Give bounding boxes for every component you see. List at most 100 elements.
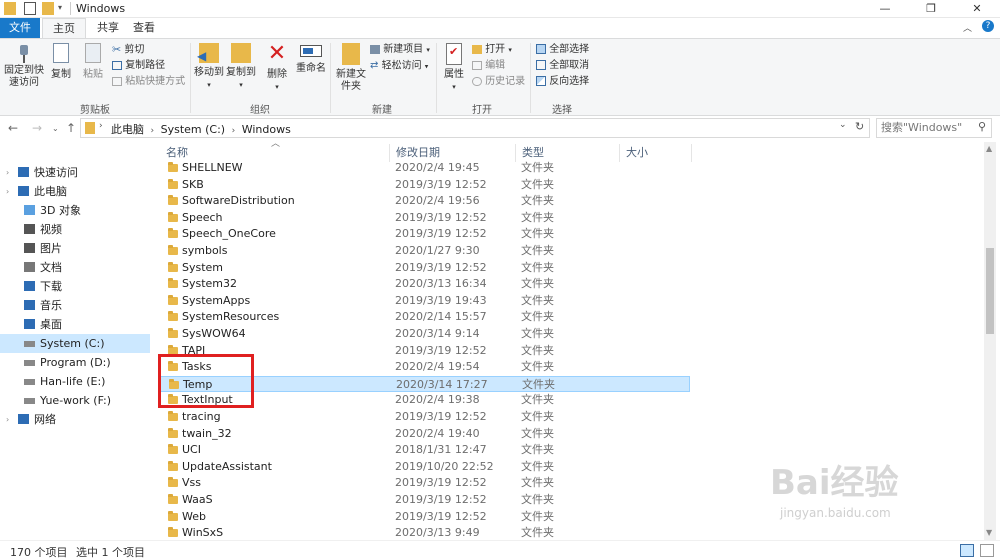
file-row[interactable]: System 2019/3/19 12:52 文件夹: [160, 260, 690, 277]
file-row[interactable]: Speech_OneCore 2019/3/19 12:52 文件夹: [160, 226, 690, 243]
nav-item[interactable]: Han-life (E:): [0, 372, 150, 391]
close-button[interactable]: ✕: [954, 0, 1000, 18]
cut-button[interactable]: ✂ 剪切: [112, 42, 144, 57]
open-button[interactable]: 打开 ▾: [472, 42, 512, 57]
nav-item-label: 3D 对象: [40, 204, 81, 217]
nav-item-label: 此电脑: [34, 185, 67, 198]
ribbon-collapse-icon[interactable]: ︿: [963, 21, 972, 34]
file-row[interactable]: UCI 2018/1/31 12:47 文件夹: [160, 442, 690, 459]
chevron-right-icon[interactable]: ›: [6, 410, 9, 429]
file-row[interactable]: System32 2020/3/13 16:34 文件夹: [160, 276, 690, 293]
file-row[interactable]: WinSxS 2020/3/13 9:49 文件夹: [160, 525, 690, 540]
tab-view[interactable]: 查看: [122, 18, 166, 38]
nav-item[interactable]: 视频: [0, 220, 150, 239]
scrollbar-thumb[interactable]: [986, 248, 994, 334]
history-button[interactable]: 历史记录: [472, 74, 525, 89]
qat-dropdown-icon[interactable]: ▾: [58, 3, 62, 12]
scroll-down-icon[interactable]: ▼: [986, 528, 992, 537]
maximize-button[interactable]: ❐: [908, 0, 954, 18]
scroll-up-icon[interactable]: ▲: [986, 144, 992, 153]
file-row[interactable]: SKB 2019/3/19 12:52 文件夹: [160, 177, 690, 194]
folder-icon: [168, 311, 178, 322]
refresh-icon[interactable]: ↻: [855, 120, 864, 133]
file-type: 文件夹: [521, 161, 554, 174]
breadcrumb-item[interactable]: Windows: [242, 123, 291, 136]
file-row[interactable]: Speech 2019/3/19 12:52 文件夹: [160, 210, 690, 227]
chevron-right-icon[interactable]: ›: [232, 126, 236, 136]
file-name: tracing: [182, 410, 221, 423]
chevron-right-icon[interactable]: ›: [151, 126, 155, 136]
properties-button[interactable]: ✔ 属性 ▾: [440, 43, 468, 93]
details-view-icon[interactable]: [960, 544, 974, 557]
address-bar[interactable]: › 此电脑 › System (C:) › Windows ⌄ ↻: [80, 118, 870, 138]
file-row[interactable]: WaaS 2019/3/19 12:52 文件夹: [160, 492, 690, 509]
back-arrow-icon[interactable]: ←: [8, 121, 18, 135]
new-folder-icon[interactable]: [42, 2, 54, 15]
tab-home[interactable]: 主页: [42, 18, 86, 38]
file-row[interactable]: tracing 2019/3/19 12:52 文件夹: [160, 409, 690, 426]
easy-access-button[interactable]: ⇄ 轻松访问 ▾: [370, 58, 428, 73]
rename-button[interactable]: 重命名: [296, 43, 326, 75]
chevron-right-icon[interactable]: ›: [99, 121, 103, 131]
file-row[interactable]: Web 2019/3/19 12:52 文件夹: [160, 509, 690, 526]
nav-item[interactable]: 桌面: [0, 315, 150, 334]
help-icon[interactable]: ?: [982, 20, 994, 32]
copy-path-button[interactable]: 复制路径: [112, 58, 165, 73]
properties-icon[interactable]: [24, 2, 36, 15]
forward-arrow-icon[interactable]: →: [32, 121, 42, 135]
tab-file[interactable]: 文件: [0, 18, 40, 38]
nav-item[interactable]: › 网络: [0, 410, 150, 429]
search-input[interactable]: 搜索"Windows": [876, 118, 992, 138]
copy-to-button[interactable]: 复制到 ▾: [226, 43, 256, 91]
up-arrow-icon[interactable]: ↑: [66, 121, 76, 135]
new-folder-button[interactable]: 新建文件夹: [334, 43, 368, 93]
file-row[interactable]: twain_32 2020/2/4 19:40 文件夹: [160, 426, 690, 443]
pin-quick-access-button[interactable]: 固定到快速访问: [4, 43, 44, 89]
rename-label: 重命名: [296, 63, 326, 74]
nav-item[interactable]: 音乐: [0, 296, 150, 315]
file-row[interactable]: SysWOW64 2020/3/14 9:14 文件夹: [160, 326, 690, 343]
file-row[interactable]: Vss 2019/3/19 12:52 文件夹: [160, 475, 690, 492]
file-date: 2020/2/4 19:40: [395, 426, 480, 440]
nav-item[interactable]: 图片: [0, 239, 150, 258]
paste-button[interactable]: 粘贴: [80, 43, 106, 81]
edit-label: 编辑: [485, 60, 506, 71]
nav-item[interactable]: 文档: [0, 258, 150, 277]
file-name: Speech: [182, 210, 223, 224]
file-row[interactable]: SystemApps 2019/3/19 19:43 文件夹: [160, 293, 690, 310]
delete-button[interactable]: ✕ 删除 ▾: [264, 43, 290, 93]
move-to-label: 移动到: [194, 67, 224, 78]
file-row[interactable]: symbols 2020/1/27 9:30 文件夹: [160, 243, 690, 260]
new-item-button[interactable]: 新建项目 ▾: [370, 42, 430, 57]
breadcrumb-item[interactable]: 此电脑: [111, 123, 144, 136]
nav-item[interactable]: System (C:): [0, 334, 150, 353]
select-all-button[interactable]: 全部选择: [536, 42, 589, 57]
invert-selection-button[interactable]: 反向选择: [536, 74, 589, 89]
address-dropdown-icon[interactable]: ⌄: [839, 120, 847, 130]
edit-button[interactable]: 编辑: [472, 58, 505, 73]
large-icons-view-icon[interactable]: [980, 544, 994, 557]
file-row[interactable]: SHELLNEW 2020/2/4 19:45 文件夹: [160, 160, 690, 177]
chevron-right-icon[interactable]: ›: [6, 163, 9, 182]
breadcrumb-item[interactable]: System (C:): [161, 123, 226, 136]
nav-item[interactable]: › 此电脑: [0, 182, 150, 201]
nav-item[interactable]: Yue-work (F:): [0, 391, 150, 410]
new-folder-icon: [342, 43, 360, 65]
folder-icon: [168, 411, 178, 421]
chevron-right-icon[interactable]: ›: [6, 182, 9, 201]
paste-shortcut-button[interactable]: 粘贴快捷方式: [112, 74, 185, 89]
file-row[interactable]: UpdateAssistant 2019/10/20 22:52 文件夹: [160, 459, 690, 476]
nav-item[interactable]: 下载: [0, 277, 150, 296]
nav-item[interactable]: 3D 对象: [0, 201, 150, 220]
recent-dropdown-icon[interactable]: ⌄: [52, 124, 59, 133]
file-row[interactable]: SystemResources 2020/2/14 15:57 文件夹: [160, 309, 690, 326]
nav-item[interactable]: Program (D:): [0, 353, 150, 372]
copy-button[interactable]: 复制: [48, 43, 74, 81]
select-none-button[interactable]: 全部取消: [536, 58, 589, 73]
nav-item[interactable]: › 快速访问: [0, 163, 150, 182]
cut-label: 剪切: [124, 44, 145, 56]
move-to-button[interactable]: ◀ 移动到 ▾: [194, 43, 224, 91]
file-row[interactable]: SoftwareDistribution 2020/2/4 19:56 文件夹: [160, 193, 690, 210]
vertical-scrollbar[interactable]: ▲ ▼: [984, 142, 996, 540]
minimize-button[interactable]: —: [862, 0, 908, 18]
